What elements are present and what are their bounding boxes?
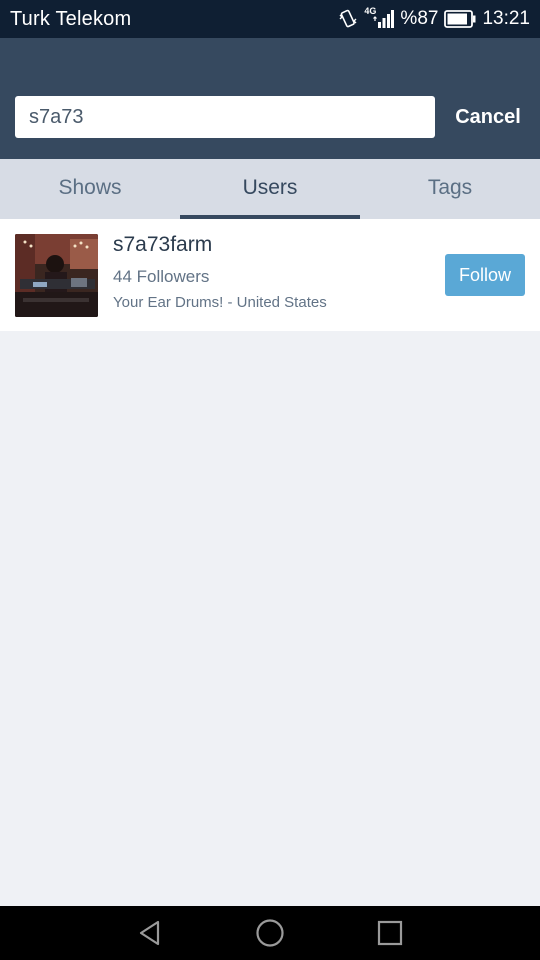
- battery-percent: %87: [400, 8, 439, 29]
- app-screen: Turk Telekom 4G %87 13:21 s7a73 Cancel S…: [0, 0, 540, 960]
- status-bar: Turk Telekom 4G %87 13:21: [0, 0, 540, 38]
- signal-icon: 4G: [364, 5, 395, 29]
- user-result-row[interactable]: s7a73farm 44 Followers Your Ear Drums! -…: [0, 219, 540, 331]
- followers-count: 44 Followers: [113, 267, 210, 286]
- back-icon[interactable]: [120, 906, 180, 960]
- tab-tags[interactable]: Tags: [360, 159, 540, 219]
- search-input[interactable]: [15, 96, 435, 138]
- tab-shows[interactable]: Shows: [0, 159, 180, 219]
- network-type: 4G: [364, 5, 377, 16]
- user-name[interactable]: s7a73farm: [113, 233, 212, 257]
- status-icons: 4G %87 13:21: [338, 5, 530, 30]
- carrier-name: Turk Telekom: [10, 7, 132, 30]
- user-tagline: Your Ear Drums! - United States: [113, 294, 327, 311]
- battery-icon: [444, 10, 476, 28]
- home-icon[interactable]: [240, 906, 300, 960]
- avatar[interactable]: [15, 234, 98, 317]
- search-header: Cancel: [0, 38, 540, 159]
- navigation-bar: [0, 906, 540, 960]
- cancel-button[interactable]: Cancel: [448, 96, 528, 138]
- follow-button[interactable]: Follow: [445, 254, 525, 296]
- tab-users[interactable]: Users: [180, 159, 360, 219]
- recents-icon[interactable]: [360, 906, 420, 960]
- search-tabs: Shows Users Tags: [0, 159, 540, 219]
- vibrate-icon: [338, 9, 358, 29]
- clock: 13:21: [482, 8, 530, 29]
